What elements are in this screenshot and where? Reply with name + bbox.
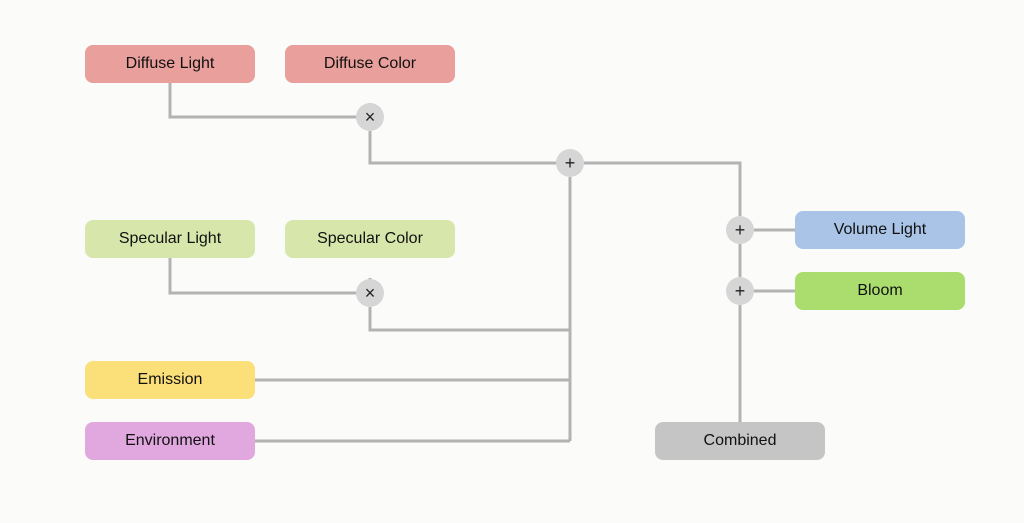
op-glyph: + [735,282,746,300]
node-label: Volume Light [834,221,927,239]
node-label: Bloom [857,282,902,300]
node-specular-color[interactable]: Specular Color [285,220,455,258]
node-label: Specular Light [119,230,221,248]
node-label: Combined [704,432,777,450]
node-specular-light[interactable]: Specular Light [85,220,255,258]
op-glyph: × [365,284,376,302]
node-diffuse-light[interactable]: Diffuse Light [85,45,255,83]
add-op-volume: + [726,216,754,244]
multiply-op-specular: × [356,279,384,307]
op-glyph: + [565,154,576,172]
node-combined[interactable]: Combined [655,422,825,460]
op-glyph: × [365,108,376,126]
node-label: Emission [138,371,203,389]
diagram-canvas: Diffuse Light Diffuse Color Specular Lig… [0,0,1024,523]
node-label: Diffuse Color [324,55,416,73]
add-op-bloom: + [726,277,754,305]
node-diffuse-color[interactable]: Diffuse Color [285,45,455,83]
node-label: Specular Color [317,230,423,248]
node-label: Environment [125,432,215,450]
node-bloom[interactable]: Bloom [795,272,965,310]
multiply-op-diffuse: × [356,103,384,131]
add-op-main: + [556,149,584,177]
op-glyph: + [735,221,746,239]
node-label: Diffuse Light [126,55,215,73]
node-environment[interactable]: Environment [85,422,255,460]
node-emission[interactable]: Emission [85,361,255,399]
node-volume-light[interactable]: Volume Light [795,211,965,249]
